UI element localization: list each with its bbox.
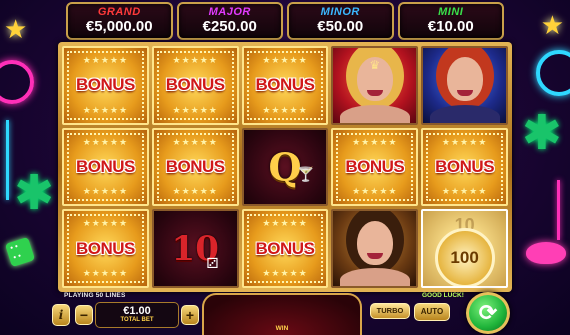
spin-arrows-icon: ⟳ [478,300,498,325]
lines-indicator: PLAYING 50 LINES [64,292,126,299]
bet-value: €1.00 [123,305,151,317]
bonus-symbol: ★★★★★ BONUS ★★★★★ [62,127,149,207]
reel-grid: ★★★★★ BONUS ★★★★★ ★★★★★ BONUS ★★★★★ ★★★★… [62,46,508,288]
stars-icon: ★★★★★ [172,104,218,115]
stars-icon: ★★★★★ [262,104,308,115]
jackpot-name: MAJOR [208,6,251,18]
stars-icon: ★★★★★ [262,55,308,65]
stars-icon: ★★★★★ [82,267,129,278]
stars-icon: ★★★★★ [82,186,129,197]
stars-icon: ★★★★★ [441,136,488,147]
jackpot-bar: GRAND €5,000.00 MAJOR €250.00 MINOR €50.… [66,2,504,40]
stars-icon: ★★★★★ [172,136,218,147]
stars-icon: ★★★★★ [82,104,129,115]
coin-icon: 100 [434,227,495,286]
bonus-symbol: ★★★★★ BONUS ★★★★★ [421,127,508,207]
neon-star-icon: ★ [540,10,564,40]
jackpot-grand: GRAND €5,000.00 [66,2,173,40]
info-button[interactable]: i [52,304,70,326]
bet-label: TOTAL BET [120,317,154,323]
bonus-label: BONUS [75,238,135,258]
stars-icon: ★★★★★ [172,186,218,197]
stars-icon: ★★★★★ [82,218,129,229]
control-bar: PLAYING 50 LINES GOOD LUCK! i − €1.00 TO… [0,290,570,335]
win-label: WIN [275,325,289,332]
autoplay-button[interactable]: AUTO [414,303,450,321]
reel-frame: ★★★★★ BONUS ★★★★★ ★★★★★ BONUS ★★★★★ ★★★★… [58,42,512,292]
stars-icon: ★★★★★ [262,267,308,278]
jackpot-mini: MINI €10.00 [397,2,504,40]
stars-icon: ★★★★★ [352,136,398,147]
jackpot-minor: MINOR €50.00 [287,2,394,40]
increase-bet-button[interactable]: + [181,305,199,325]
neon-star-icon: ★ [4,14,28,44]
jackpot-value: €50.00 [317,18,364,35]
ten-label: 10 [171,228,219,269]
stars-icon: ★★★★★ [262,218,308,229]
ten-symbol: 10 ⚂ [151,209,239,288]
palm-tree-icon: ✱ [14,167,55,220]
good-luck-message: GOOD LUCK! [422,292,464,299]
martini-glass-icon: 🍸 [296,165,315,182]
bonus-label: BONUS [165,75,225,95]
bonus-label: BONUS [75,156,135,176]
brunette-woman-symbol [331,209,419,288]
bonus-symbol: ★★★★★ BONUS ★★★★★ [62,209,149,288]
blonde-queen-symbol: ♛ [331,46,419,125]
stars-icon: ★★★★★ [172,55,218,65]
dice-icon [4,236,36,268]
dice-icon: ⚂ [206,254,219,271]
turbo-button[interactable]: TURBO [370,303,410,319]
queen-symbol: Q 🍸 [241,127,329,207]
spin-button[interactable]: ⟳ [466,292,510,334]
redhead-woman-symbol [421,46,508,125]
decrease-bet-button[interactable]: − [75,305,93,325]
bonus-label: BONUS [75,75,135,95]
total-bet-display: €1.00 TOTAL BET [95,302,179,328]
jackpot-name: GRAND [97,6,141,18]
neon-line [6,120,9,200]
bonus-symbol: ★★★★★ BONUS ★★★★★ [241,46,329,125]
bonus-label: BONUS [345,156,405,176]
bonus-symbol: ★★★★★ BONUS ★★★★★ [331,127,419,207]
neon-ring-icon [536,50,570,96]
bonus-symbol: ★★★★★ BONUS ★★★★★ [151,127,239,207]
coin-value: 100 [450,247,479,267]
jackpot-value: €10.00 [427,18,474,35]
bonus-symbol: ★★★★★ BONUS ★★★★★ [151,46,239,125]
win-display: WIN [202,293,362,335]
jackpot-name: MINOR [320,6,360,18]
bonus-symbol: ★★★★★ BONUS ★★★★★ [62,46,149,125]
bonus-symbol: ★★★★★ BONUS ★★★★★ [241,209,329,288]
jackpot-major: MAJOR €250.00 [176,2,283,40]
jackpot-name: MINI [438,6,464,18]
palm-tree-icon: ✱ [521,107,562,160]
bonus-label: BONUS [165,156,225,176]
jackpot-value: €5,000.00 [85,18,153,35]
lips-icon [526,242,566,264]
neon-line [557,180,560,240]
neon-ring-icon [0,60,34,104]
coin-symbol: 10 100 [421,209,508,288]
jackpot-value: €250.00 [202,18,257,35]
bonus-label: BONUS [255,238,315,258]
stars-icon: ★★★★★ [82,55,129,65]
stars-icon: ★★★★★ [82,136,129,147]
bonus-label: BONUS [435,156,495,176]
crown-icon: ♛ [369,58,381,73]
bonus-label: BONUS [255,75,315,95]
stars-icon: ★★★★★ [441,186,488,197]
stars-icon: ★★★★★ [352,186,398,197]
